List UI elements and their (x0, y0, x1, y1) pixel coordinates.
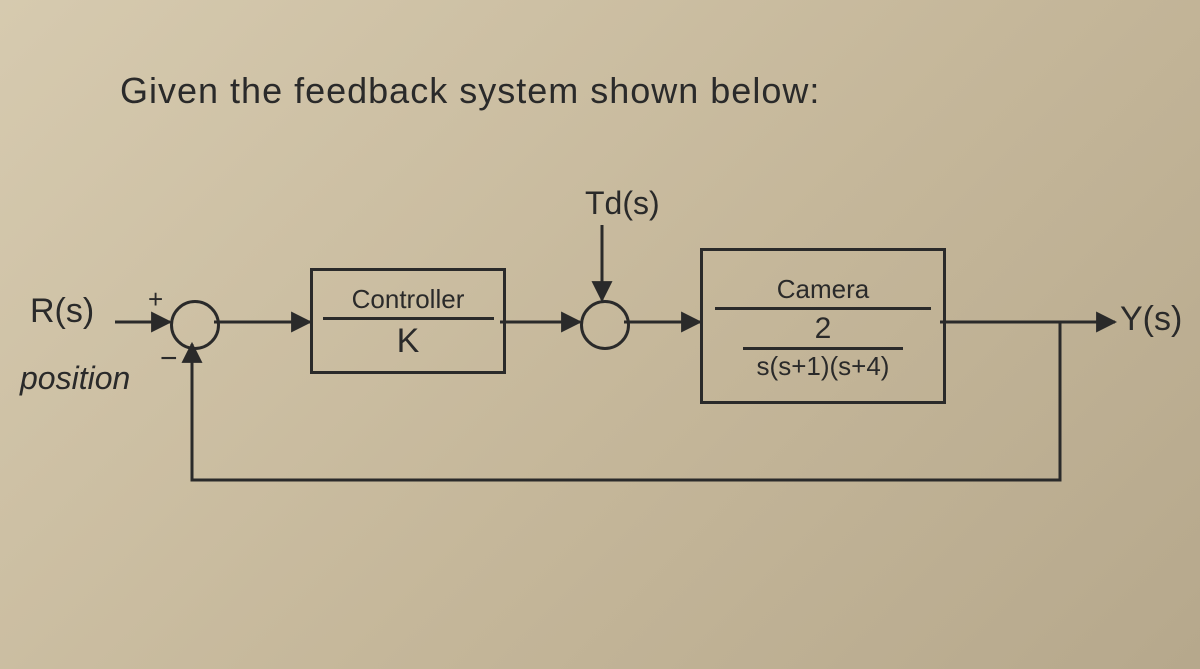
diagram-canvas: Given the feedback system shown below: R… (0, 0, 1200, 669)
plant-title: Camera (777, 272, 869, 305)
plant-tf-denominator: s(s+1)(s+4) (757, 352, 890, 381)
controller-block: Controller K (310, 268, 506, 374)
controller-title: Controller (352, 282, 465, 315)
plant-tf-numerator: 2 (815, 312, 832, 345)
input-caption: position (20, 360, 130, 397)
plant-tf-fraction-bar (743, 347, 903, 350)
sum-junction-1 (170, 300, 220, 350)
disturbance-label: Td(s) (585, 185, 660, 222)
title-text: Given the feedback system shown below: (120, 70, 820, 112)
sum1-plus-sign: + (148, 284, 163, 315)
controller-divider (323, 317, 494, 320)
input-signal-label: R(s) (30, 292, 94, 331)
sum-junction-2 (580, 300, 630, 350)
controller-gain: K (397, 322, 420, 361)
sum1-minus-sign: − (160, 342, 178, 376)
output-signal-label: Y(s) (1120, 300, 1182, 339)
plant-transfer-function: 2 s(s+1)(s+4) (743, 312, 903, 381)
plant-divider (715, 307, 931, 310)
plant-block: Camera 2 s(s+1)(s+4) (700, 248, 946, 404)
